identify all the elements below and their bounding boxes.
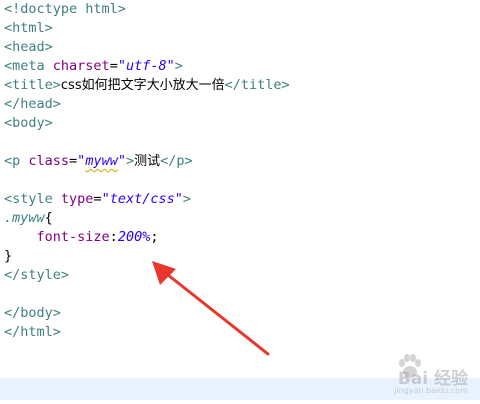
watermark-url: jingyan.baidu.com <box>394 386 468 395</box>
baidu-watermark: Bai 经验 jingyan.baidu.com <box>366 350 476 400</box>
annotation-arrow <box>152 261 270 356</box>
